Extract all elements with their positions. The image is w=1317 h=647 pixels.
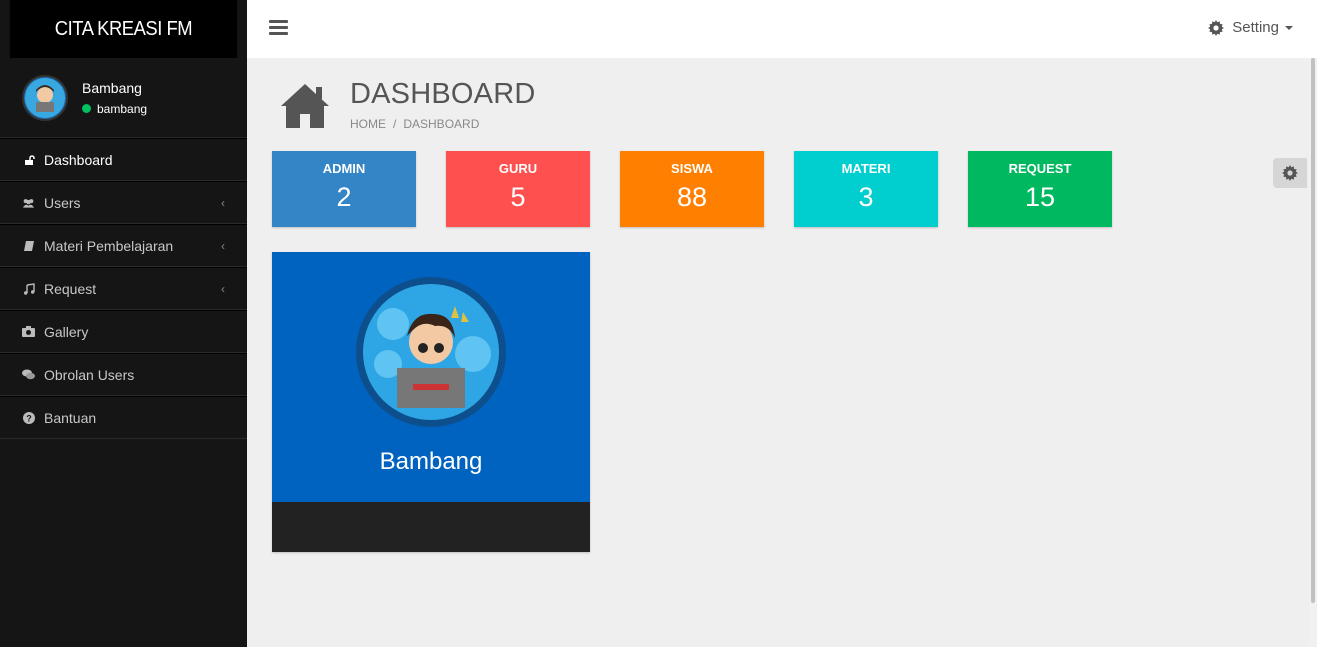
music-icon xyxy=(22,282,35,295)
user-username: bambang xyxy=(97,101,148,116)
stat-value: 2 xyxy=(336,182,352,212)
page-title: DASHBOARD xyxy=(350,78,536,110)
sidebar-item-label: Request xyxy=(44,280,97,297)
sidebar-item-dashboard[interactable]: Dashboard xyxy=(0,138,247,181)
sidebar-item-label: Materi Pembelajaran xyxy=(44,237,174,254)
stat-box-guru[interactable]: GURU 5 xyxy=(446,151,590,227)
chevron-left-icon: ‹ xyxy=(221,239,225,253)
sidebar-item-bantuan[interactable]: ? Bantuan xyxy=(0,396,247,439)
setting-dropdown[interactable]: Setting xyxy=(1208,19,1293,36)
topbar: Setting xyxy=(247,0,1317,58)
profile-name: Bambang xyxy=(379,448,483,475)
stat-value: 88 xyxy=(676,182,708,212)
home-icon xyxy=(281,84,329,128)
profile-card-header: Bambang xyxy=(272,252,590,502)
stat-value: 3 xyxy=(858,182,874,212)
stat-box-request[interactable]: REQUEST 15 xyxy=(968,151,1112,227)
caret-down-icon xyxy=(1285,25,1293,30)
page-header: DASHBOARD HOME / DASHBOARD xyxy=(280,78,536,131)
scrollbar-thumb[interactable] xyxy=(1311,58,1315,603)
profile-card: Bambang xyxy=(272,252,590,552)
sidebar-item-materi-pembelajaran[interactable]: Materi Pembelajaran ‹ xyxy=(0,224,247,267)
stat-box-admin[interactable]: ADMIN 2 xyxy=(272,151,416,227)
online-status-dot xyxy=(82,104,91,113)
brand-logo[interactable]: CITA KREASI FM xyxy=(9,0,238,58)
question-circle-icon: ? xyxy=(22,411,35,424)
gear-icon xyxy=(1208,19,1225,36)
sidebar-item-label: Users xyxy=(44,194,81,211)
stat-label: ADMIN xyxy=(322,161,366,176)
profile-avatar xyxy=(356,277,506,427)
menu-toggle-icon[interactable] xyxy=(269,20,288,36)
stat-label: REQUEST xyxy=(1008,161,1072,176)
users-icon xyxy=(22,196,35,209)
chevron-left-icon: ‹ xyxy=(221,282,225,296)
comments-icon xyxy=(22,368,35,381)
book-icon xyxy=(22,239,35,252)
user-avatar xyxy=(22,74,68,121)
sidebar-item-label: Obrolan Users xyxy=(44,366,135,383)
camera-icon xyxy=(22,325,35,338)
sidebar-item-request[interactable]: Request ‹ xyxy=(0,267,247,310)
stat-value: 5 xyxy=(510,182,526,212)
settings-panel-toggle[interactable] xyxy=(1273,158,1307,188)
sidebar-item-obrolan-users[interactable]: Obrolan Users xyxy=(0,353,247,396)
breadcrumb-separator: / xyxy=(393,117,397,131)
sidebar: CITA KREASI FM Bambang bambang Dashboard xyxy=(0,0,247,647)
user-name: Bambang xyxy=(82,79,142,96)
stat-label: GURU xyxy=(498,161,538,176)
user-panel: Bambang bambang xyxy=(0,58,247,138)
profile-card-footer xyxy=(272,502,590,552)
setting-label: Setting xyxy=(1232,19,1279,36)
breadcrumb-current: DASHBOARD xyxy=(403,117,480,131)
sidebar-item-gallery[interactable]: Gallery xyxy=(0,310,247,353)
sidebar-item-label: Dashboard xyxy=(44,151,113,168)
user-status: bambang xyxy=(82,102,147,116)
breadcrumb: HOME / DASHBOARD xyxy=(350,117,536,131)
stat-label: MATERI xyxy=(841,161,891,176)
gear-icon xyxy=(1282,165,1298,181)
sidebar-item-label: Gallery xyxy=(44,323,89,340)
sidebar-item-users[interactable]: Users ‹ xyxy=(0,181,247,224)
svg-text:?: ? xyxy=(26,413,32,423)
breadcrumb-home[interactable]: HOME xyxy=(350,117,386,131)
stat-box-materi[interactable]: MATERI 3 xyxy=(794,151,938,227)
page-scrollbar[interactable] xyxy=(1309,58,1317,647)
sidebar-item-label: Bantuan xyxy=(44,409,97,426)
chevron-left-icon: ‹ xyxy=(221,196,225,210)
stat-box-siswa[interactable]: SISWA 88 xyxy=(620,151,764,227)
stats-row: ADMIN 2 GURU 5 SISWA 88 MATERI 3 REQUEST… xyxy=(272,151,1142,227)
unlock-icon xyxy=(22,153,35,166)
stat-value: 15 xyxy=(1024,182,1056,212)
sidebar-menu: Dashboard Users ‹ Materi Pembelajaran ‹ … xyxy=(0,138,247,439)
stat-label: SISWA xyxy=(671,161,713,176)
